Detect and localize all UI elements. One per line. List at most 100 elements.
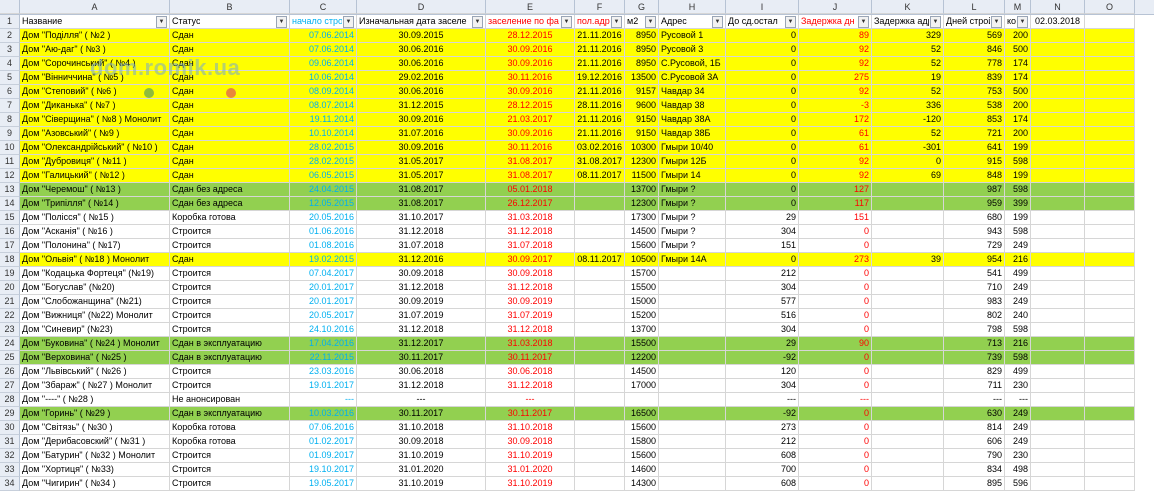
- build-days-cell[interactable]: 987: [944, 183, 1005, 197]
- empty-cell[interactable]: [1085, 57, 1135, 71]
- delay-days-cell[interactable]: 92: [799, 57, 872, 71]
- start-date-cell[interactable]: 20.05.2017: [290, 309, 357, 323]
- area-cell[interactable]: 17300: [625, 211, 659, 225]
- area-cell[interactable]: 9157: [625, 85, 659, 99]
- actual-settlement-cell[interactable]: 30.11.2017: [486, 407, 575, 421]
- remaining-cell[interactable]: -92: [726, 407, 799, 421]
- area-cell[interactable]: 9600: [625, 99, 659, 113]
- start-date-cell[interactable]: 07.04.2017: [290, 267, 357, 281]
- status-cell[interactable]: Сдан: [170, 113, 290, 127]
- empty-cell[interactable]: [1031, 281, 1085, 295]
- address-received-cell[interactable]: [575, 183, 625, 197]
- area-cell[interactable]: 8950: [625, 43, 659, 57]
- remaining-cell[interactable]: 0: [726, 169, 799, 183]
- status-cell[interactable]: Строится: [170, 239, 290, 253]
- delay-days-cell[interactable]: 0: [799, 323, 872, 337]
- initial-date-cell[interactable]: 31.08.2017: [357, 197, 486, 211]
- remaining-cell[interactable]: 273: [726, 421, 799, 435]
- build-days-cell[interactable]: 915: [944, 155, 1005, 169]
- address-cell[interactable]: [659, 379, 726, 393]
- address-received-cell[interactable]: 21.11.2016: [575, 29, 625, 43]
- area-cell[interactable]: 12200: [625, 351, 659, 365]
- remaining-cell[interactable]: 0: [726, 29, 799, 43]
- count-cell[interactable]: 199: [1005, 141, 1031, 155]
- empty-cell[interactable]: [1031, 127, 1085, 141]
- start-date-cell[interactable]: 01.06.2016: [290, 225, 357, 239]
- delay-days-cell[interactable]: 0: [799, 421, 872, 435]
- initial-date-cell[interactable]: 30.09.2016: [357, 113, 486, 127]
- area-cell[interactable]: 15500: [625, 281, 659, 295]
- address-cell[interactable]: Чавдар 38А: [659, 113, 726, 127]
- count-cell[interactable]: 399: [1005, 197, 1031, 211]
- start-date-cell[interactable]: 28.02.2015: [290, 141, 357, 155]
- area-cell[interactable]: 14500: [625, 225, 659, 239]
- count-cell[interactable]: 598: [1005, 323, 1031, 337]
- delay-days-cell[interactable]: 0: [799, 309, 872, 323]
- row-number[interactable]: 4: [0, 57, 20, 71]
- initial-date-cell[interactable]: 30.06.2016: [357, 43, 486, 57]
- build-days-cell[interactable]: 710: [944, 281, 1005, 295]
- remaining-cell[interactable]: 151: [726, 239, 799, 253]
- status-cell[interactable]: Строится: [170, 449, 290, 463]
- area-cell[interactable]: 14500: [625, 365, 659, 379]
- start-date-cell[interactable]: 22.11.2015: [290, 351, 357, 365]
- address-cell[interactable]: [659, 463, 726, 477]
- build-days-cell[interactable]: 753: [944, 85, 1005, 99]
- filter-dropdown-icon[interactable]: ▼: [858, 15, 869, 28]
- row-number[interactable]: 21: [0, 295, 20, 309]
- name-cell[interactable]: Дом "Світязь" ( №30 ): [20, 421, 170, 435]
- address-received-cell[interactable]: [575, 323, 625, 337]
- address-cell[interactable]: [659, 421, 726, 435]
- address-cell[interactable]: Гмыри ?: [659, 239, 726, 253]
- address-cell[interactable]: Чавдар 38: [659, 99, 726, 113]
- remaining-cell[interactable]: 304: [726, 225, 799, 239]
- empty-cell[interactable]: [1085, 435, 1135, 449]
- empty-cell[interactable]: [1085, 351, 1135, 365]
- remaining-cell[interactable]: 608: [726, 449, 799, 463]
- area-cell[interactable]: 15000: [625, 295, 659, 309]
- address-cell[interactable]: [659, 323, 726, 337]
- start-date-cell[interactable]: 10.10.2014: [290, 127, 357, 141]
- delay-address-cell[interactable]: [872, 421, 944, 435]
- empty-cell[interactable]: [1031, 463, 1085, 477]
- row-number[interactable]: 18: [0, 253, 20, 267]
- row-number[interactable]: 27: [0, 379, 20, 393]
- initial-date-cell[interactable]: 30.06.2016: [357, 85, 486, 99]
- name-cell[interactable]: Дом "----" ( №28 ): [20, 393, 170, 407]
- delay-days-cell[interactable]: 0: [799, 407, 872, 421]
- address-cell[interactable]: [659, 281, 726, 295]
- status-cell[interactable]: Коробка готова: [170, 211, 290, 225]
- delay-address-cell[interactable]: 336: [872, 99, 944, 113]
- count-cell[interactable]: 500: [1005, 43, 1031, 57]
- select-all-corner[interactable]: [0, 0, 20, 14]
- area-cell[interactable]: 13700: [625, 323, 659, 337]
- build-days-cell[interactable]: 959: [944, 197, 1005, 211]
- start-date-cell[interactable]: 07.06.2016: [290, 421, 357, 435]
- count-cell[interactable]: 249: [1005, 435, 1031, 449]
- empty-cell[interactable]: [1085, 253, 1135, 267]
- count-cell[interactable]: 199: [1005, 211, 1031, 225]
- row-number[interactable]: 31: [0, 435, 20, 449]
- delay-address-cell[interactable]: [872, 477, 944, 491]
- address-cell[interactable]: [659, 477, 726, 491]
- address-received-cell[interactable]: 08.11.2017: [575, 253, 625, 267]
- empty-cell[interactable]: [1085, 71, 1135, 85]
- count-cell[interactable]: 598: [1005, 351, 1031, 365]
- header-delay-address[interactable]: Задержка адре▼: [872, 15, 944, 29]
- count-cell[interactable]: 174: [1005, 57, 1031, 71]
- column-letter[interactable]: A: [20, 0, 170, 14]
- actual-settlement-cell[interactable]: 31.01.2020: [486, 463, 575, 477]
- build-days-cell[interactable]: 895: [944, 477, 1005, 491]
- build-days-cell[interactable]: 829: [944, 365, 1005, 379]
- empty-cell[interactable]: [1031, 449, 1085, 463]
- name-cell[interactable]: Дом "Черемош" ( №13 ): [20, 183, 170, 197]
- filter-dropdown-icon[interactable]: ▼: [991, 15, 1002, 28]
- build-days-cell[interactable]: 541: [944, 267, 1005, 281]
- delay-days-cell[interactable]: 172: [799, 113, 872, 127]
- area-cell[interactable]: [625, 393, 659, 407]
- address-cell[interactable]: Гмыри 10/40: [659, 141, 726, 155]
- start-date-cell[interactable]: 23.03.2016: [290, 365, 357, 379]
- remaining-cell[interactable]: 29: [726, 211, 799, 225]
- column-letter[interactable]: M: [1005, 0, 1031, 14]
- row-number[interactable]: 13: [0, 183, 20, 197]
